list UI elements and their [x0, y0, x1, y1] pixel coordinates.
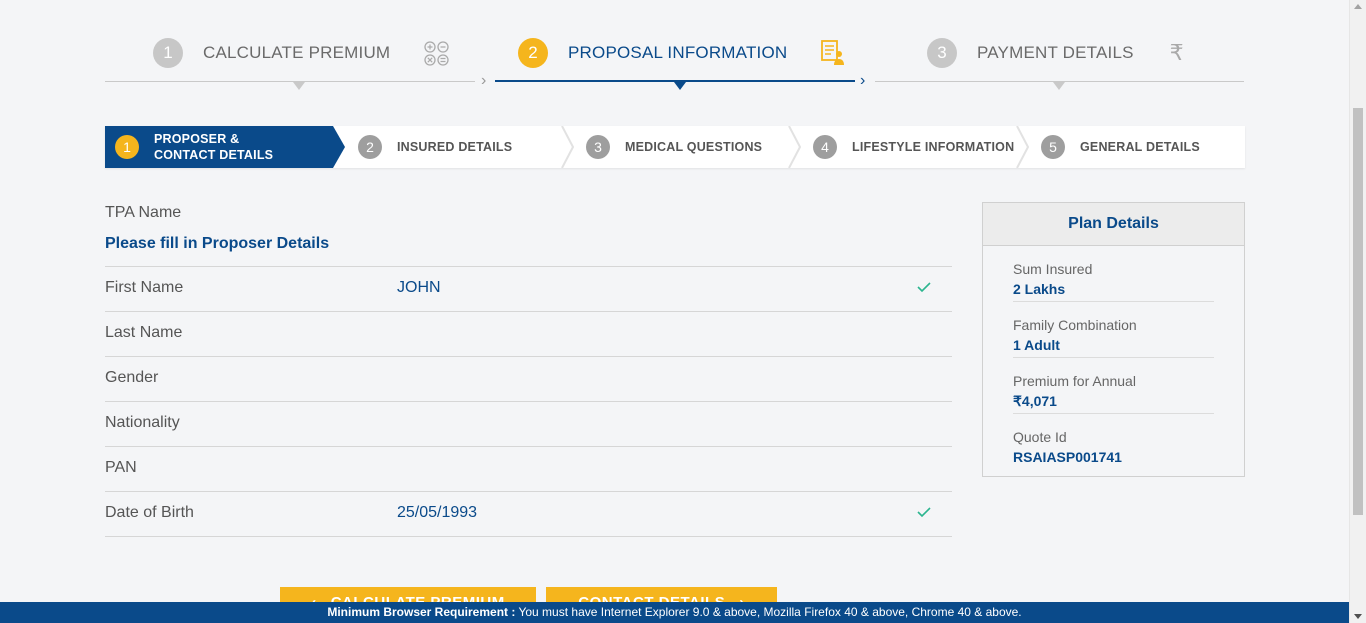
plan-item-premium: Premium for Annual ₹4,071: [1013, 358, 1214, 414]
plan-item-key: Premium for Annual: [1013, 373, 1136, 389]
scrollbar-thumb[interactable]: [1353, 108, 1363, 515]
progress-line: [105, 81, 475, 82]
sub-step-number: 1: [115, 135, 139, 159]
plan-item-family-combination: Family Combination 1 Adult: [1013, 302, 1214, 358]
browser-requirement-banner: Minimum Browser Requirement : You must h…: [0, 602, 1349, 623]
sub-step-lifestyle-information[interactable]: 4 LIFESTYLE INFORMATION: [813, 126, 1014, 168]
sub-step-proposer-contact[interactable]: 1 PROPOSER & CONTACT DETAILS: [105, 126, 333, 168]
plan-item-value: 2 Lakhs: [1013, 281, 1066, 297]
progress-pointer-active: [674, 82, 686, 90]
form-row-nationality[interactable]: Nationality: [105, 402, 952, 447]
sub-step-label: LIFESTYLE INFORMATION: [852, 140, 1015, 154]
plan-item-value: 1 Adult: [1013, 337, 1060, 353]
step-separator: [1016, 126, 1030, 168]
plan-item-quote-id: Quote Id RSAIASP001741: [1013, 414, 1214, 470]
form-row-gender[interactable]: Gender: [105, 357, 952, 402]
sub-step-number: 2: [358, 135, 382, 159]
vertical-scrollbar[interactable]: [1349, 0, 1366, 623]
step-number: 1: [153, 38, 183, 68]
sub-step-label: PROPOSER & CONTACT DETAILS: [154, 132, 274, 162]
sub-step-bar: 1 PROPOSER & CONTACT DETAILS 2 INSURED D…: [105, 126, 1245, 168]
check-icon: [917, 507, 931, 518]
form-row-pan[interactable]: PAN: [105, 447, 952, 492]
plan-item-key: Sum Insured: [1013, 261, 1093, 277]
sub-step-medical-questions[interactable]: 3 MEDICAL QUESTIONS: [586, 126, 762, 168]
banner-bold-text: Minimum Browser Requirement :: [327, 605, 516, 619]
section-title: Please fill in Proposer Details: [105, 235, 330, 252]
plan-details-panel: Plan Details Sum Insured 2 Lakhs Family …: [982, 202, 1245, 477]
banner-text: You must have Internet Explorer 9.0 & ab…: [515, 605, 1022, 619]
sub-step-general-details[interactable]: 5 GENERAL DETAILS: [1041, 126, 1200, 168]
chevron-right-icon: ›: [481, 72, 487, 89]
field-label: First Name: [105, 279, 184, 296]
field-label: Last Name: [105, 324, 183, 341]
sub-step-label: GENERAL DETAILS: [1080, 140, 1200, 154]
calculator-icon: [424, 40, 449, 66]
first-name-value[interactable]: JOHN: [397, 279, 441, 297]
scroll-up-arrow-icon[interactable]: [1354, 4, 1362, 9]
sub-step-label: MEDICAL QUESTIONS: [625, 140, 763, 154]
plan-item-value: RSAIASP001741: [1013, 449, 1122, 465]
tpa-name-label: TPA Name: [105, 204, 182, 221]
step-number: 3: [927, 38, 957, 68]
step-label: CALCULATE PREMIUM: [203, 43, 391, 62]
form-row-date-of-birth[interactable]: Date of Birth 25/05/1993: [105, 492, 952, 537]
field-label: Gender: [105, 369, 159, 386]
field-label: Nationality: [105, 414, 180, 431]
chevron-right-icon: ›: [860, 72, 866, 89]
step-number: 2: [518, 38, 548, 68]
progress-pointer: [1053, 82, 1065, 90]
step-label: PAYMENT DETAILS: [977, 43, 1134, 62]
proposer-form: First Name JOHN Last Name Gender Nationa…: [105, 266, 952, 537]
plan-item-value: ₹4,071: [1013, 393, 1057, 409]
plan-item-sum-insured: Sum Insured 2 Lakhs: [1013, 246, 1214, 302]
step-separator: [788, 126, 802, 168]
plan-details-title: Plan Details: [983, 203, 1244, 246]
step-label: PROPOSAL INFORMATION: [568, 43, 788, 62]
top-step-calculate-premium[interactable]: 1 CALCULATE PREMIUM: [153, 38, 449, 68]
top-step-proposal-information[interactable]: 2 PROPOSAL INFORMATION: [518, 38, 845, 68]
sub-step-number: 4: [813, 135, 837, 159]
plan-item-key: Family Combination: [1013, 317, 1137, 333]
field-label: Date of Birth: [105, 504, 194, 521]
check-icon: [917, 282, 931, 293]
sub-step-number: 5: [1041, 135, 1065, 159]
rupee-icon: ₹: [1169, 40, 1184, 65]
progress-pointer: [293, 82, 305, 90]
field-label: PAN: [105, 459, 137, 476]
top-step-payment-details[interactable]: 3 PAYMENT DETAILS ₹: [927, 38, 1184, 68]
active-step-arrow: [333, 126, 345, 168]
scroll-down-arrow-icon[interactable]: [1354, 614, 1362, 619]
sub-step-label: INSURED DETAILS: [397, 140, 513, 154]
form-row-last-name[interactable]: Last Name: [105, 312, 952, 357]
sub-step-number: 3: [586, 135, 610, 159]
sub-step-insured-details[interactable]: 2 INSURED DETAILS: [358, 126, 512, 168]
date-of-birth-value[interactable]: 25/05/1993: [397, 504, 477, 522]
step-separator: [561, 126, 575, 168]
plan-item-key: Quote Id: [1013, 429, 1067, 445]
proposal-document-icon: [821, 40, 845, 66]
form-row-first-name[interactable]: First Name JOHN: [105, 267, 952, 312]
